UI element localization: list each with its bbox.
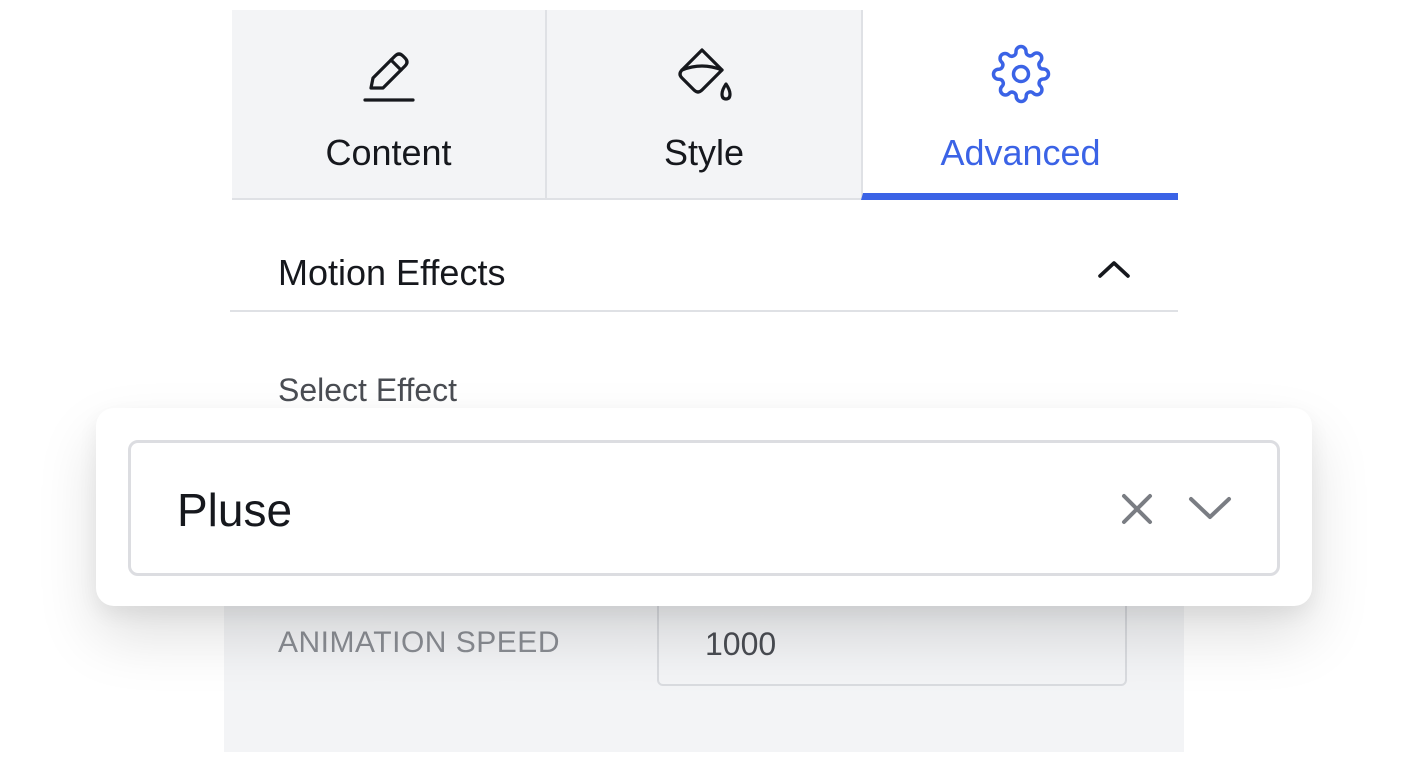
section-title: Motion Effects — [278, 252, 506, 293]
animation-speed-input[interactable]: 1000 — [657, 598, 1127, 686]
tab-advanced-label: Advanced — [940, 132, 1101, 173]
chevron-down-icon[interactable] — [1187, 493, 1233, 523]
paint-bucket-icon — [674, 44, 734, 104]
chevron-up-icon[interactable] — [1094, 254, 1134, 284]
tab-style[interactable]: Style — [545, 10, 861, 200]
close-icon[interactable] — [1119, 491, 1155, 527]
select-effect-value: Pluse — [177, 484, 293, 536]
tab-style-label: Style — [663, 132, 745, 173]
select-effect-label: Select Effect — [278, 372, 458, 408]
tab-content[interactable]: Content — [232, 10, 545, 200]
tab-advanced[interactable]: Advanced — [861, 10, 1178, 200]
animation-speed-value: 1000 — [705, 626, 777, 662]
gear-icon — [991, 44, 1051, 104]
select-effect-dropdown[interactable]: Pluse — [128, 440, 1280, 576]
motion-effects-section-header[interactable]: Motion Effects — [230, 232, 1178, 312]
animation-speed-label: ANIMATION SPEED — [278, 626, 560, 659]
panel-tabs: Content Style Advanced — [232, 10, 1178, 200]
pencil-icon — [359, 44, 419, 104]
tab-content-label: Content — [325, 132, 452, 173]
settings-panel: ANIMATION SPEED 1000 Content Style Advan… — [0, 0, 1408, 784]
select-effect-card: Pluse — [96, 408, 1312, 606]
